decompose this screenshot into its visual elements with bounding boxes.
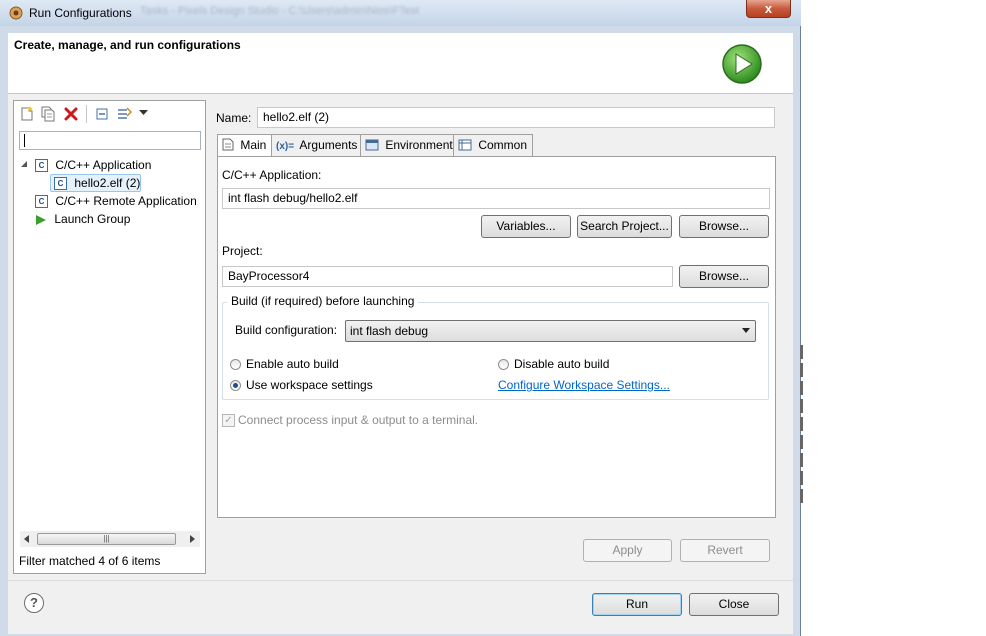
c-cpp-application-field[interactable]: int flash debug/hello2.elf [222,188,770,209]
text-caret [24,134,25,147]
filter-input[interactable] [19,131,201,150]
use-workspace-settings-radio[interactable] [230,380,241,391]
duplicate-icon[interactable] [40,106,56,122]
variables-button[interactable]: Variables... [481,215,571,238]
run-button[interactable]: Run [592,593,682,616]
project-label: Project: [222,244,263,258]
chevron-down-icon[interactable] [742,328,750,333]
window-title: Run Configurations [29,6,132,20]
connect-terminal-checkbox[interactable]: ✓ [222,414,235,427]
app-icon [9,6,23,20]
tab-label: Arguments [299,138,358,152]
dropdown-arrow-icon[interactable] [139,110,148,116]
apply-button[interactable]: Apply [583,539,672,562]
scroll-left-icon[interactable] [23,535,30,543]
tab-common[interactable]: Common [453,134,533,156]
disable-auto-build-radio[interactable] [498,359,509,370]
enable-auto-build-radio[interactable] [230,359,241,370]
tree-item-label: Launch Group [54,212,131,226]
tree-item-label: C/C++ Application [55,158,152,172]
collapse-all-icon[interactable] [94,106,110,122]
project-field[interactable]: BayProcessor4 [222,266,673,287]
tab-environment[interactable]: Environment [360,134,454,156]
new-config-icon[interactable] [19,106,35,122]
delete-icon[interactable] [63,106,79,122]
desktop-background [801,0,986,636]
build-configuration-label: Build configuration: [235,323,338,337]
tree-item-label: C/C++ Remote Application [55,194,197,208]
tab-label: Environment [385,138,453,152]
tab-arguments[interactable]: (x)= Arguments [271,134,361,156]
build-configuration-value: int flash debug [350,324,429,338]
build-configuration-select[interactable]: int flash debug [345,320,756,342]
browse-project-button[interactable]: Browse... [679,265,769,288]
search-project-button[interactable]: Search Project... [577,215,672,238]
use-workspace-settings-label: Use workspace settings [246,378,373,392]
dialog-header-title: Create, manage, and run configurations [14,38,241,52]
c-app-icon: C [54,177,67,191]
common-tab-icon [458,139,472,151]
tab-label: Main [240,138,267,152]
background-window-edge [800,345,804,545]
background-window-title: Tasks - Pixels Design Studio - C:\Users\… [140,5,420,17]
c-app-icon: C [35,195,48,209]
disable-auto-build-label: Disable auto build [514,357,610,371]
filter-icon[interactable] [116,106,132,122]
configure-workspace-settings-link[interactable]: Configure Workspace Settings... [498,378,670,392]
filter-status: Filter matched 4 of 6 items [19,554,161,568]
browse-application-button[interactable]: Browse... [679,215,769,238]
tab-label: Common [478,138,528,152]
close-window-button[interactable]: x [746,0,791,18]
tree-item-launch-group[interactable]: Launch Group [35,210,130,228]
scrollbar-thumb[interactable]: ||| [37,533,176,545]
tab-main[interactable]: Main [217,134,272,157]
close-button[interactable]: Close [689,593,779,616]
help-icon[interactable]: ? [24,593,44,613]
launch-group-icon [36,214,46,225]
c-cpp-application-label: C/C++ Application: [222,168,322,182]
build-group-label: Build (if required) before launching [227,294,419,308]
run-icon [722,44,762,84]
main-tab-icon [222,138,234,151]
bottom-separator [8,580,793,581]
scroll-right-icon[interactable] [189,535,196,543]
environment-tab-icon [365,139,379,151]
toolbar-separator [86,105,87,123]
name-label: Name: [216,111,252,125]
revert-button[interactable]: Revert [680,539,770,562]
enable-auto-build-label: Enable auto build [246,357,339,371]
tree-item-hello2-elf[interactable]: C hello2.elf (2) [54,174,140,192]
c-app-icon: C [35,159,48,173]
tree-item-c-cpp-remote-application[interactable]: C C/C++ Remote Application [35,192,197,210]
config-name-field[interactable]: hello2.elf (2) [257,107,775,128]
tree-item-label: hello2.elf (2) [74,176,141,190]
connect-terminal-label: Connect process input & output to a term… [238,413,479,427]
tree-expanded-icon[interactable] [20,160,28,168]
config-tabs: Main (x)= Arguments Environment Common [217,134,777,157]
tree-item-c-cpp-application[interactable]: C C/C++ Application [35,156,151,174]
arguments-tab-icon: (x)= [276,141,295,152]
